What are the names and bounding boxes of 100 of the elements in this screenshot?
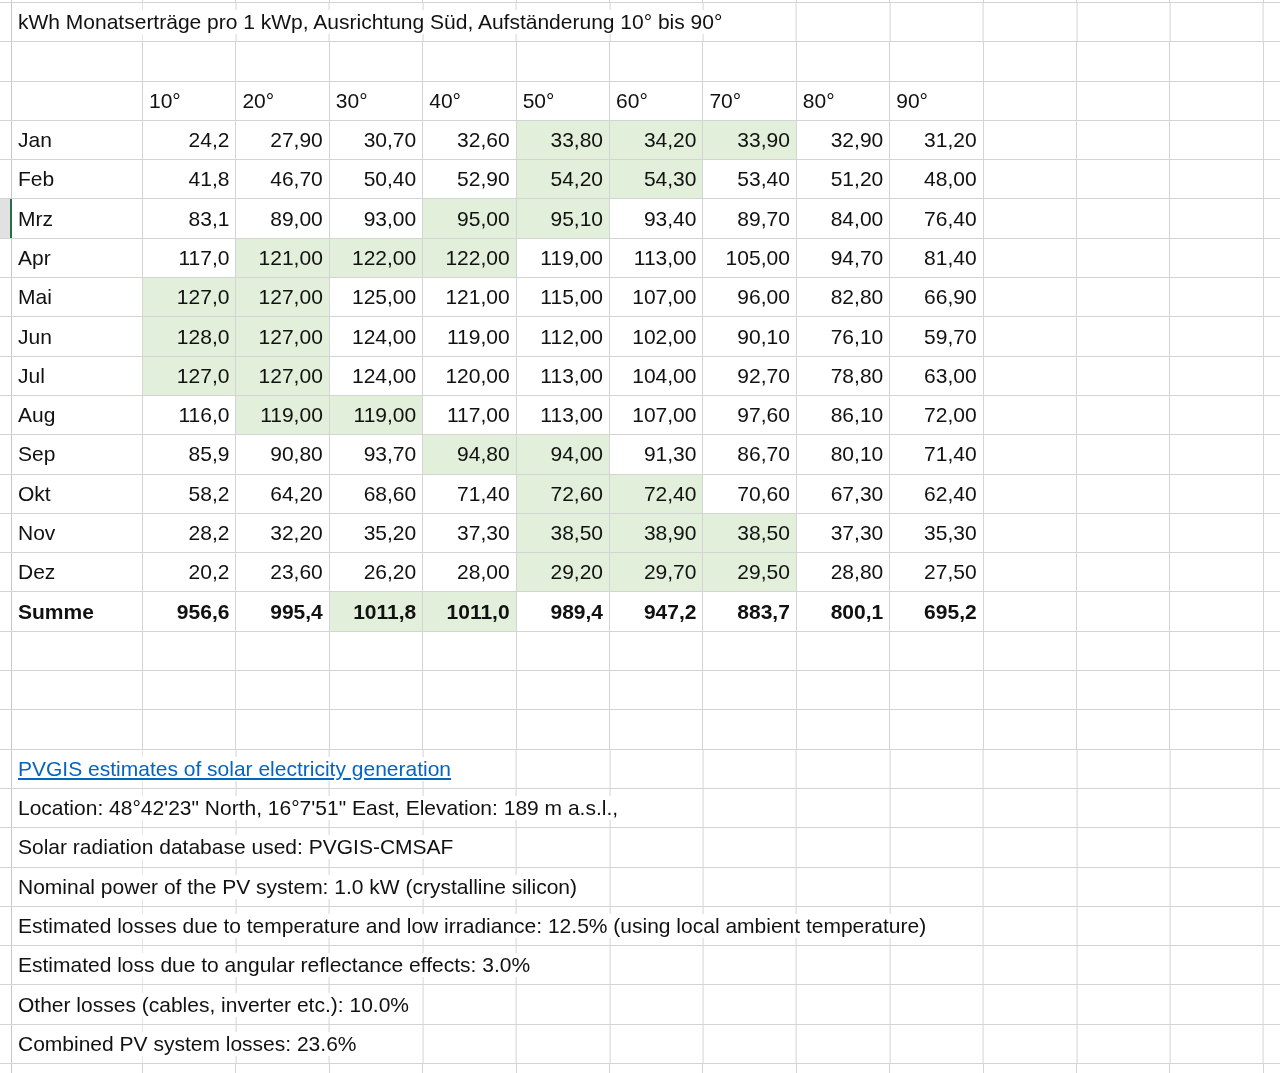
table-cell: 122,00 [423,238,517,278]
table-cell: 127,00 [236,278,330,317]
table-cell: 28,80 [796,553,891,592]
table-cell: 37,30 [796,513,891,553]
table-cell: 51,20 [796,160,891,199]
row-label: Nov [18,521,56,545]
row-label: Jun [18,324,52,349]
table-cell: 89,00 [236,199,330,238]
column-header: 10° [149,88,181,113]
table-cell: 122,00 [329,238,424,278]
table-cell: 62,40 [890,474,984,513]
table-cell: 32,20 [236,513,330,553]
table-cell: 107,00 [610,278,704,317]
column-header: 40° [429,88,461,113]
table-cell: 94,80 [423,435,517,474]
table-cell: 93,40 [610,199,704,238]
table-cell: 127,0 [143,356,237,395]
table-cell: 38,90 [610,513,704,553]
table-cell: 64,20 [236,474,330,513]
table-cell: 84,00 [796,199,891,238]
table-cell: 29,50 [703,553,797,592]
table-cell: 35,30 [890,513,984,553]
table-cell: 97,60 [703,395,797,435]
table-cell: 54,20 [516,160,611,199]
table-cell: 82,80 [796,278,891,317]
table-cell: 78,80 [796,356,891,395]
table-cell: 72,00 [890,395,984,435]
table-cell: 92,70 [703,356,797,395]
table-cell: 95,10 [516,199,611,238]
table-cell: 50,40 [329,160,424,199]
table-cell: 72,60 [516,474,611,513]
row-label: Jul [18,363,45,388]
table-cell: 85,9 [143,435,237,474]
table-cell: 127,0 [143,278,237,317]
row-label: Okt [18,481,51,506]
table-cell: 35,20 [329,513,424,553]
table-cell: 800,1 [796,592,891,631]
table-cell: 52,90 [423,160,517,199]
table-cell: 29,70 [610,553,704,592]
table-cell: 23,60 [236,553,330,592]
table-cell: 120,00 [423,356,517,395]
row-label: Jan [18,128,52,153]
table-cell: 94,00 [516,435,611,474]
table-cell: 117,00 [423,395,517,435]
table-cell: 58,2 [143,474,237,513]
column-header: 20° [242,88,275,113]
table-cell: 81,40 [890,238,984,278]
table-cell: 94,70 [796,238,891,278]
table-cell: 46,70 [236,160,330,199]
table-cell: 119,00 [236,395,330,435]
column-header: 90° [896,88,928,113]
table-cell: 104,00 [610,356,704,395]
row-label: Mai [18,285,52,310]
row-label: Mrz [18,206,53,231]
table-cell: 112,00 [516,317,611,356]
table-cell: 24,2 [143,120,237,160]
table-cell: 89,70 [703,199,797,238]
table-cell: 48,00 [890,160,984,199]
table-cell: 124,00 [329,356,424,395]
table-cell: 102,00 [610,317,704,356]
table-cell: 113,00 [516,395,611,435]
table-cell: 63,00 [890,356,984,395]
row-label: Dez [18,560,56,585]
table-cell: 53,40 [703,160,797,199]
table-cell: 32,60 [423,120,517,160]
table-cell: 128,0 [143,317,237,356]
table-cell: 33,90 [703,120,797,160]
table-cell: 127,00 [236,317,330,356]
table-cell: 29,20 [516,553,611,592]
table-cell: 113,00 [610,238,704,278]
table-cell: 1011,0 [423,592,517,631]
table-cell: 83,1 [143,199,237,238]
column-header: 70° [709,88,742,113]
column-header: 60° [616,88,648,113]
table-cell: 70,60 [703,474,797,513]
table-cell: 95,00 [423,199,517,238]
table-cell: 31,20 [890,120,984,160]
table-cell: 86,10 [796,395,891,435]
row-header[interactable] [0,199,12,238]
table-cell: 121,00 [423,278,517,317]
table-cell: 66,90 [890,278,984,317]
table-cell: 34,20 [610,120,704,160]
table-cell: 90,80 [236,435,330,474]
table-cell: 115,00 [516,278,611,317]
table-cell: 71,40 [890,435,984,474]
table-cell: 119,00 [516,238,611,278]
table-cell: 33,80 [516,120,611,160]
table-cell: 68,60 [329,474,424,513]
column-header: 30° [335,88,368,113]
table-cell: 54,30 [610,160,704,199]
row-label: Apr [18,245,51,270]
table-cell: 67,30 [796,474,891,513]
table-cell: 107,00 [610,395,704,435]
table-cell: 113,00 [516,356,611,395]
table-cell: 119,00 [329,395,424,435]
table-cell: 90,10 [703,317,797,356]
table-cell: 38,50 [703,513,797,553]
table-cell: 989,4 [516,592,611,631]
table-cell: 37,30 [423,513,517,553]
table-cell: 995,4 [236,592,330,631]
